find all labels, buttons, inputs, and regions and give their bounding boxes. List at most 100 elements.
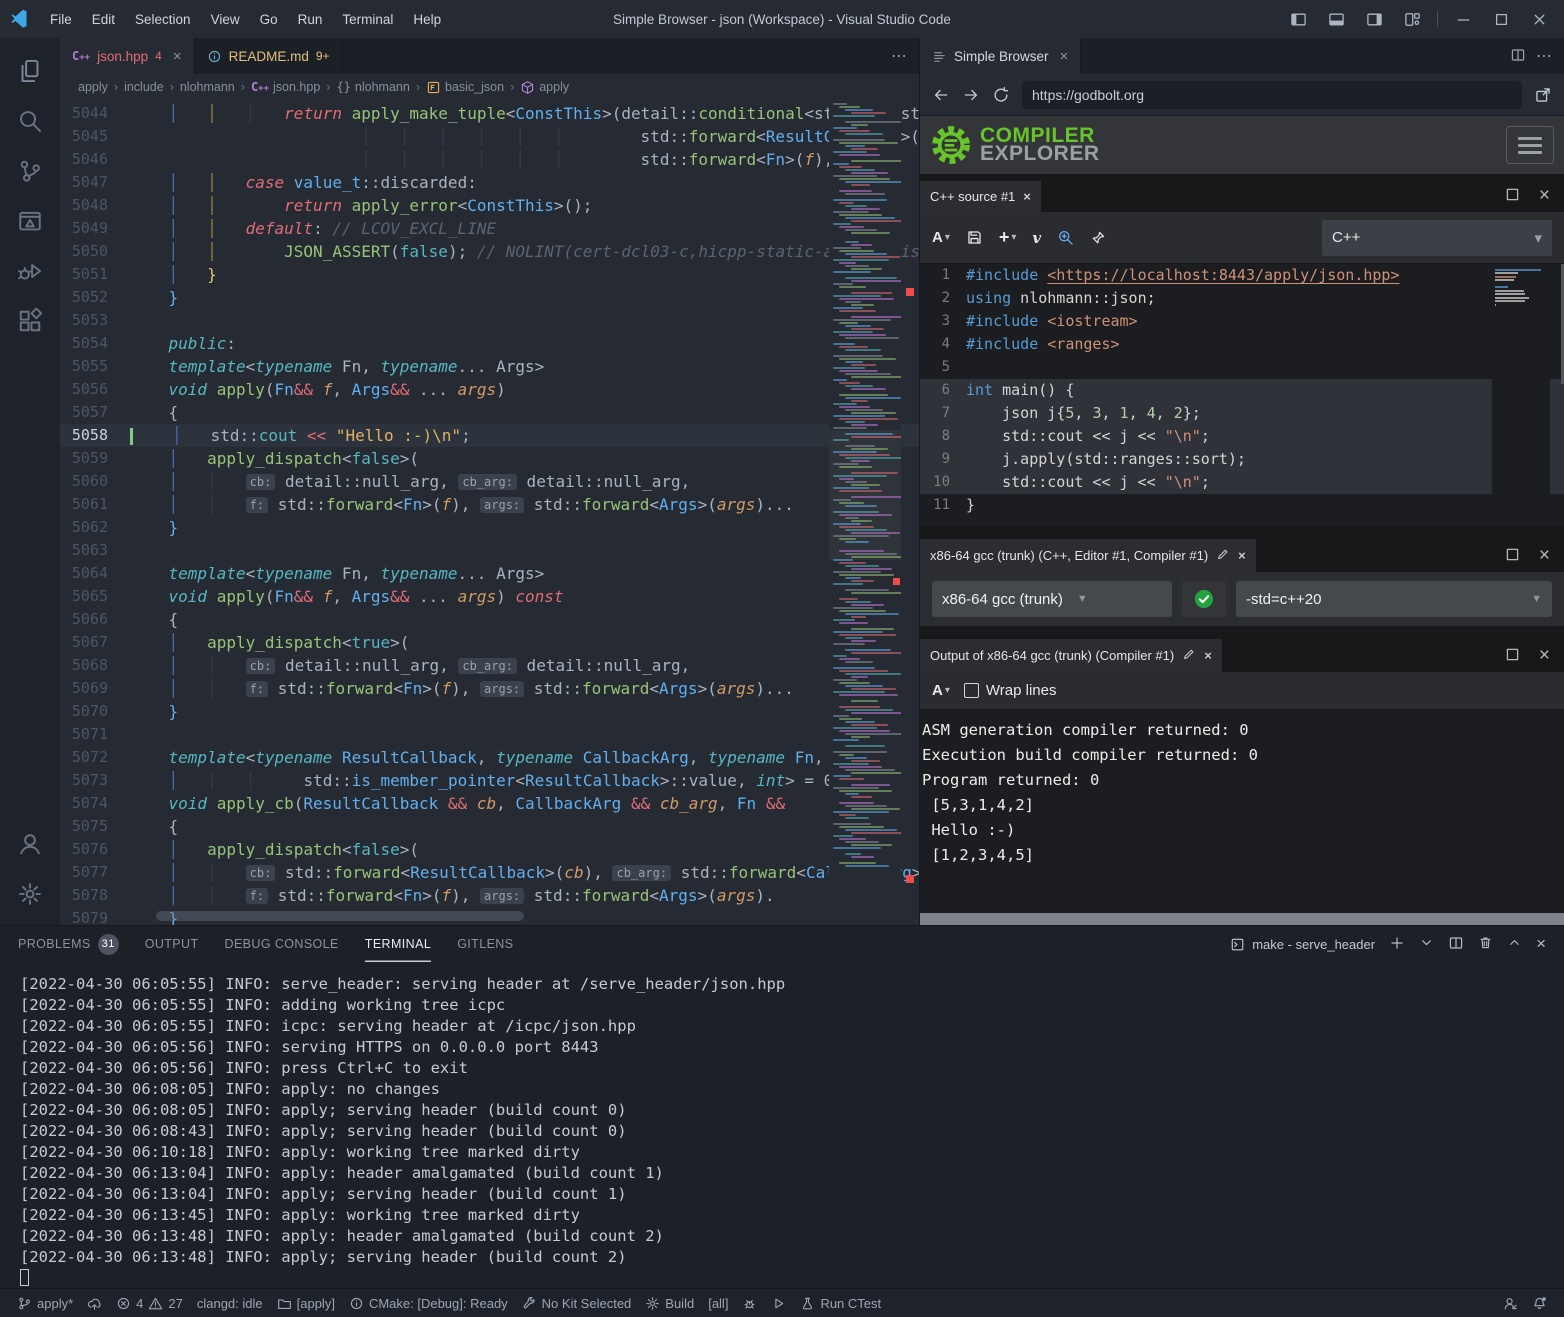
layout-sidebar-left-icon[interactable] [1281,4,1315,34]
close-icon[interactable] [1522,4,1556,34]
menu-file[interactable]: File [40,8,82,31]
close-icon[interactable]: × [1204,648,1212,663]
status-4[interactable]: 427 [109,1289,190,1317]
activity-settings-gear-icon[interactable] [6,869,54,919]
terminal-select[interactable]: make - serve_header [1230,937,1375,952]
activity-extensions-icon[interactable] [6,296,54,346]
menu-selection[interactable]: Selection [125,8,201,31]
panel-tab-output[interactable]: OUTPUT [145,926,199,962]
split-terminal-icon[interactable] [1448,935,1464,954]
vim-mode-icon[interactable]: v [1032,229,1041,247]
activity-run-debug-icon[interactable] [6,246,54,296]
activity-files-icon[interactable] [6,46,54,96]
close-icon[interactable]: × [1023,189,1031,204]
save-icon[interactable] [966,229,983,246]
wrap-lines-checkbox[interactable]: Wrap lines [964,682,1057,699]
activity-source-control-icon[interactable] [6,146,54,196]
activity-preview-window-icon[interactable] [6,196,54,246]
layout-customize-icon[interactable] [1395,4,1429,34]
more-actions-icon[interactable]: ⋯ [1536,46,1552,66]
menu-view[interactable]: View [201,8,250,31]
tab-simple-browser[interactable]: Simple Browser × [920,38,1081,74]
zoom-icon[interactable] [1057,229,1074,246]
edit-title-icon[interactable] [1182,647,1196,664]
menu-help[interactable]: Help [403,8,451,31]
close-panel-icon[interactable]: × [1536,934,1546,954]
code-editor[interactable]: 5044 │ │ │ return apply_make_tuple<Const… [60,100,919,925]
layout-sidebar-right-icon[interactable] [1357,4,1391,34]
close-pane-icon[interactable]: × [1539,646,1550,666]
status-feedback[interactable] [1496,1296,1525,1311]
status-play[interactable] [764,1289,793,1317]
layout-panel-icon[interactable] [1319,4,1353,34]
maximize-pane-icon[interactable] [1504,186,1521,206]
minimize-icon[interactable] [1446,4,1480,34]
back-icon[interactable] [932,86,950,104]
panel-tab-gitlens[interactable]: GITLENS [457,926,513,962]
status-bug[interactable] [735,1289,764,1317]
status-run-ctest[interactable]: Run CTest [793,1289,888,1317]
language-select[interactable]: C++ ▾ [1322,220,1552,256]
status-build[interactable]: Build [638,1289,701,1317]
tab-json.hpp[interactable]: C++ json.hpp 4× [60,38,195,74]
status-clangd-idle[interactable]: clangd: idle [190,1289,270,1317]
breadcrumb[interactable]: apply›include›nlohmann›C++json.hpp›{}nlo… [60,74,919,100]
breadcrumb-include[interactable]: include [124,80,164,94]
add-pane-button[interactable]: +▾ [999,227,1017,248]
maximize-pane-icon[interactable] [1504,646,1521,666]
breadcrumb-basic_json[interactable]: basic_json [426,80,504,95]
breadcrumb-nlohmann[interactable]: {}nlohmann [336,80,409,94]
open-external-icon[interactable] [1534,86,1552,104]
breadcrumb-nlohmann[interactable]: nlohmann [180,80,235,94]
close-pane-icon[interactable]: × [1539,546,1550,566]
breadcrumb-apply[interactable]: apply [520,80,569,95]
activity-account-icon[interactable] [6,819,54,869]
split-editor-icon[interactable] [1510,47,1526,66]
tab-README.md[interactable]: README.md 9+ [195,38,343,74]
close-icon[interactable]: × [173,48,182,65]
new-terminal-icon[interactable] [1389,935,1405,954]
terminal-output[interactable]: [2022-04-30 06:05:55] INFO: serve_header… [0,962,1564,1288]
status-all[interactable]: [all] [701,1289,735,1317]
panel-tab-problems[interactable]: PROBLEMS31 [18,926,119,962]
status-cmake-debug-ready[interactable]: CMake: [Debug]: Ready [342,1289,515,1317]
status-no-kit-selected[interactable]: No Kit Selected [515,1289,639,1317]
editor-more-actions-icon[interactable]: ⋯ [891,46,907,66]
activity-search-icon[interactable] [6,96,54,146]
breadcrumb-apply[interactable]: apply [78,80,108,94]
minimap[interactable] [829,100,901,925]
pin-icon[interactable] [1090,230,1106,246]
font-size-button[interactable]: A▾ [932,682,950,699]
status-cloud-upload[interactable] [80,1289,109,1317]
maximize-icon[interactable] [1484,4,1518,34]
ce-logo[interactable]: COMPILER EXPLORER [930,124,1100,166]
edit-title-icon[interactable] [1216,547,1230,564]
menu-edit[interactable]: Edit [82,8,125,31]
terminal-dropdown-icon[interactable] [1419,935,1434,953]
menu-terminal[interactable]: Terminal [332,8,403,31]
menu-go[interactable]: Go [250,8,288,31]
forward-icon[interactable] [962,86,980,104]
menu-run[interactable]: Run [288,8,333,31]
close-pane-icon[interactable]: × [1539,186,1550,206]
kill-terminal-icon[interactable] [1478,935,1493,953]
panel-tab-terminal[interactable]: TERMINAL [365,926,431,962]
close-icon[interactable]: × [1238,548,1246,563]
compiler-options-input[interactable]: -std=c++20 ▼ [1236,581,1552,617]
compiler-select[interactable]: x86-64 gcc (trunk) ▼ [932,581,1172,617]
horizontal-scrollbar[interactable] [156,911,524,921]
breadcrumb-json.hpp[interactable]: C++json.hpp [251,80,320,94]
ce-compiler-tab[interactable]: x86-64 gcc (trunk) (C++, Editor #1, Comp… [920,539,1256,572]
hamburger-menu-icon[interactable] [1506,126,1554,164]
font-size-button[interactable]: A▾ [932,229,950,246]
maximize-pane-icon[interactable] [1504,546,1521,566]
panel-tab-debug-console[interactable]: DEBUG CONSOLE [225,926,339,962]
close-icon[interactable]: × [1060,48,1069,65]
status-apply[interactable]: apply* [10,1289,80,1317]
maximize-panel-icon[interactable] [1507,935,1522,953]
reload-icon[interactable] [992,86,1010,104]
url-input[interactable]: https://godbolt.org [1022,81,1522,109]
ce-source-tab[interactable]: C++ source #1 × [920,181,1041,212]
status-bell-dot[interactable] [1525,1296,1554,1311]
ce-output-tab[interactable]: Output of x86-64 gcc (trunk) (Compiler #… [920,639,1222,672]
